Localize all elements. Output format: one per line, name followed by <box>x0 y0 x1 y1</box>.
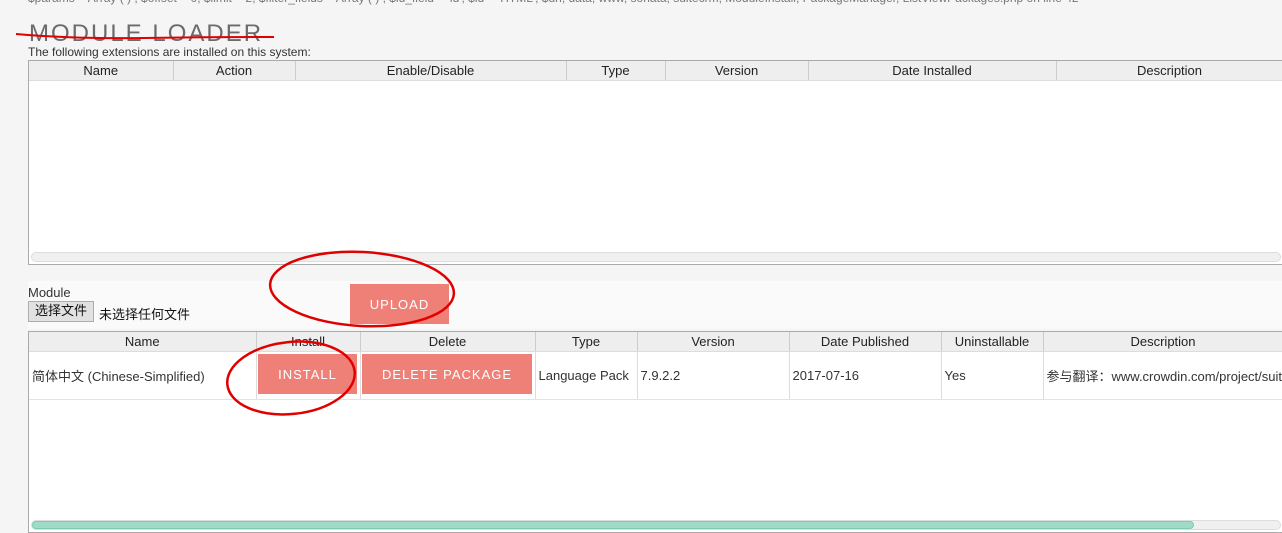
installed-horizontal-scrollbar[interactable] <box>31 252 1281 262</box>
col-action[interactable]: Action <box>173 61 296 81</box>
packages-panel: Name Install Delete Type Version Date Pu… <box>28 331 1282 533</box>
package-type: Language Pack <box>535 351 638 400</box>
table-row: 简体中文 (Chinese-Simplified) Language Pack … <box>29 351 1282 400</box>
package-description: 参与翻译：www.crowdin.com/project/suit <box>1043 351 1282 400</box>
col-type[interactable]: Type <box>535 332 638 352</box>
installed-caption: The following extensions are installed o… <box>28 45 311 59</box>
col-description[interactable]: Description <box>1043 332 1282 352</box>
module-upload-area: Module 选择文件 未选择任何文件 UPLOAD <box>28 281 1282 329</box>
install-button[interactable]: INSTALL <box>258 354 357 394</box>
col-type[interactable]: Type <box>566 61 666 81</box>
scrollbar-thumb[interactable] <box>32 521 1194 529</box>
installed-table-header: Name Action Enable/Disable Type Version … <box>29 61 1282 81</box>
packages-horizontal-scrollbar[interactable] <box>31 520 1281 530</box>
col-install[interactable]: Install <box>256 332 361 352</box>
col-delete[interactable]: Delete <box>360 332 536 352</box>
package-uninstallable: Yes <box>941 351 1044 400</box>
installed-extensions-table: Name Action Enable/Disable Type Version … <box>29 61 1282 81</box>
package-version: 7.9.2.2 <box>637 351 790 400</box>
no-file-chosen-text: 未选择任何文件 <box>99 308 191 323</box>
col-version[interactable]: Version <box>637 332 790 352</box>
choose-file-button[interactable]: 选择文件 <box>28 301 95 322</box>
upload-button[interactable]: UPLOAD <box>350 284 449 324</box>
col-description[interactable]: Description <box>1056 61 1282 81</box>
package-name: 简体中文 (Chinese-Simplified) <box>29 351 257 400</box>
col-name[interactable]: Name <box>29 332 257 352</box>
packages-table-header: Name Install Delete Type Version Date Pu… <box>29 332 1282 352</box>
col-name[interactable]: Name <box>29 61 174 81</box>
col-date-installed[interactable]: Date Installed <box>808 61 1057 81</box>
col-version[interactable]: Version <box>665 61 809 81</box>
col-date-published[interactable]: Date Published <box>789 332 942 352</box>
module-label: Module <box>28 285 71 300</box>
packages-table: Name Install Delete Type Version Date Pu… <box>29 332 1282 400</box>
package-date-published: 2017-07-16 <box>789 351 942 400</box>
col-enable-disable[interactable]: Enable/Disable <box>295 61 567 81</box>
delete-package-button[interactable]: DELETE PACKAGE <box>362 354 532 394</box>
installed-extensions-panel: Name Action Enable/Disable Type Version … <box>28 60 1282 265</box>
page-title: MODULE LOADER <box>29 20 264 48</box>
col-uninstallable[interactable]: Uninstallable <box>941 332 1044 352</box>
clipped-debug-text: $params = Array ( ) , $offset = 0, $limi… <box>28 0 1228 5</box>
